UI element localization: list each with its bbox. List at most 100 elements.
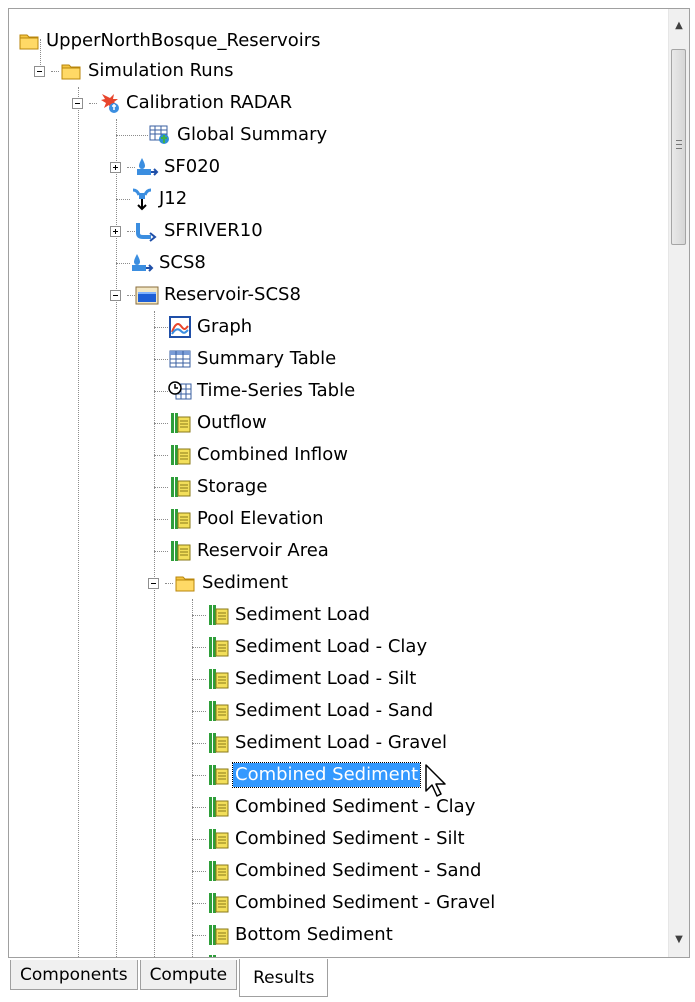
expand-icon[interactable]: [110, 161, 121, 173]
results-tree[interactable]: UpperNorthBosque_Reservoirs Simulation R…: [9, 9, 669, 957]
time-series-icon: [168, 475, 192, 499]
reservoir-item-label[interactable]: Summary Table: [195, 347, 338, 371]
selected-item-label[interactable]: Combined Sediment: [231, 762, 422, 788]
time-series-icon: [168, 443, 192, 467]
tree-node-sediment-item[interactable]: Sediment Load - Sand: [192, 695, 435, 727]
tree-node-combined-sediment-selected[interactable]: Combined Sediment: [192, 759, 422, 791]
tree-node-j12[interactable]: J12: [116, 183, 189, 215]
tree-node-summary-table[interactable]: Summary Table: [154, 343, 338, 375]
tree-node-outflow[interactable]: Outflow: [154, 407, 269, 439]
folder-icon: [173, 571, 197, 595]
tree-node-sfriver10[interactable]: SFRIVER10: [110, 215, 265, 247]
time-series-icon: [206, 603, 230, 627]
tree-node-sediment-item[interactable]: Combined Sediment - Silt: [192, 823, 467, 855]
reservoir-item-label[interactable]: Outflow: [195, 411, 269, 435]
sediment-item-label[interactable]: Sediment Load - Sand: [233, 699, 435, 723]
tree-node-sediment-item[interactable]: Combined Sediment - Sand: [192, 855, 483, 887]
tree-node-scs8[interactable]: SCS8: [116, 247, 208, 279]
junction-icon: [130, 187, 154, 211]
reservoir-item-label[interactable]: Graph: [195, 315, 254, 339]
simulation-runs-label[interactable]: Simulation Runs: [86, 59, 236, 83]
reach-icon: [135, 219, 159, 243]
time-series-icon: [206, 953, 230, 957]
tree-node-simulation-runs[interactable]: Simulation Runs: [34, 55, 236, 87]
sediment-item-label[interactable]: Sediment Load: [233, 603, 372, 627]
subbasin-icon: [130, 251, 154, 275]
run-label[interactable]: Calibration RADAR: [124, 91, 294, 115]
tree-node-sediment-item[interactable]: Sediment Load - Gravel: [192, 727, 449, 759]
subbasin-icon: [135, 155, 159, 179]
collapse-icon[interactable]: [72, 97, 83, 109]
table-icon: [168, 347, 192, 371]
clock-table-icon: [168, 379, 192, 403]
sediment-item-label[interactable]: Sediment Load - Gravel: [233, 731, 449, 755]
sediment-item-label[interactable]: Combined Sediment - Sand: [233, 859, 483, 883]
time-series-icon: [206, 923, 230, 947]
tree-node-reservoir-scs8[interactable]: Reservoir-SCS8: [110, 279, 303, 311]
j12-label[interactable]: J12: [157, 187, 189, 211]
reservoir-item-label[interactable]: Time-Series Table: [195, 379, 357, 403]
sediment-item-label[interactable]: Combined Sediment - Gravel: [233, 891, 497, 915]
globe-table-icon: [148, 123, 172, 147]
tree-node-sediment-item[interactable]: Sediment Load: [192, 599, 372, 631]
scs8-label[interactable]: SCS8: [157, 251, 208, 275]
collapse-icon[interactable]: [110, 289, 121, 301]
folder-icon: [59, 59, 83, 83]
vertical-scrollbar[interactable]: ▲ ▼: [668, 9, 689, 957]
tree-node-storage[interactable]: Storage: [154, 471, 269, 503]
time-series-icon: [168, 539, 192, 563]
tree-node-partial: [192, 949, 233, 957]
simulation-run-icon: [97, 91, 121, 115]
sfriver10-label[interactable]: SFRIVER10: [162, 219, 265, 243]
mouse-pointer-icon: [425, 764, 446, 797]
time-series-icon: [206, 667, 230, 691]
tab-components[interactable]: Components: [10, 960, 138, 990]
reservoir-icon: [135, 283, 159, 307]
tree-node-sediment-item[interactable]: Sediment Load - Clay: [192, 631, 429, 663]
tree-node-root[interactable]: UpperNorthBosque_Reservoirs: [17, 25, 323, 57]
sf020-label[interactable]: SF020: [162, 155, 222, 179]
tab-results[interactable]: Results: [239, 959, 329, 997]
scroll-up-arrow-icon[interactable]: ▲: [669, 15, 689, 35]
global-summary-label[interactable]: Global Summary: [175, 123, 329, 147]
time-series-icon: [206, 859, 230, 883]
sediment-item-label[interactable]: Sediment Load - Silt: [233, 667, 418, 691]
time-series-icon: [168, 507, 192, 531]
tree-node-reservoir-area[interactable]: Reservoir Area: [154, 535, 331, 567]
reservoir-label[interactable]: Reservoir-SCS8: [162, 283, 303, 307]
expand-icon[interactable]: [110, 225, 121, 237]
tree-node-sf020[interactable]: SF020: [110, 151, 222, 183]
reservoir-item-label[interactable]: Reservoir Area: [195, 539, 331, 563]
tree-node-global-summary[interactable]: Global Summary: [116, 119, 329, 151]
tree-node-sediment-item[interactable]: Sediment Load - Silt: [192, 663, 418, 695]
sediment-item-label[interactable]: Bottom Sediment: [233, 923, 395, 947]
time-series-icon: [206, 827, 230, 851]
reservoir-item-label[interactable]: Combined Inflow: [195, 443, 350, 467]
sediment-item-label[interactable]: Combined Sediment - Silt: [233, 827, 467, 851]
time-series-icon: [206, 795, 230, 819]
reservoir-item-label[interactable]: Storage: [195, 475, 269, 499]
reservoir-item-label[interactable]: Pool Elevation: [195, 507, 326, 531]
tree-node-combined-inflow[interactable]: Combined Inflow: [154, 439, 350, 471]
sediment-item-label[interactable]: Sediment Load - Clay: [233, 635, 429, 659]
collapse-icon[interactable]: [148, 577, 159, 589]
tree-node-sediment-item[interactable]: Combined Sediment - Gravel: [192, 887, 497, 919]
root-label[interactable]: UpperNorthBosque_Reservoirs: [44, 29, 323, 53]
sediment-folder-label[interactable]: Sediment: [200, 571, 290, 595]
time-series-icon: [206, 891, 230, 915]
tab-compute[interactable]: Compute: [139, 960, 238, 990]
scroll-down-arrow-icon[interactable]: ▼: [669, 929, 689, 949]
tree-node-sediment-item[interactable]: Bottom Sediment: [192, 919, 395, 951]
tree-node-time-series-table[interactable]: Time-Series Table: [154, 375, 357, 407]
tree-node-sediment[interactable]: Sediment: [148, 567, 290, 599]
explorer-tabs: Components Compute Results: [10, 959, 330, 1000]
tree-node-pool-elevation[interactable]: Pool Elevation: [154, 503, 326, 535]
collapse-icon[interactable]: [34, 65, 45, 77]
tree-node-graph[interactable]: Graph: [154, 311, 254, 343]
scrollbar-thumb[interactable]: [671, 49, 686, 245]
tree-node-calibration-radar[interactable]: Calibration RADAR: [72, 87, 294, 119]
time-series-icon: [168, 411, 192, 435]
time-series-icon: [206, 763, 230, 787]
time-series-icon: [206, 699, 230, 723]
folder-icon: [17, 29, 41, 53]
